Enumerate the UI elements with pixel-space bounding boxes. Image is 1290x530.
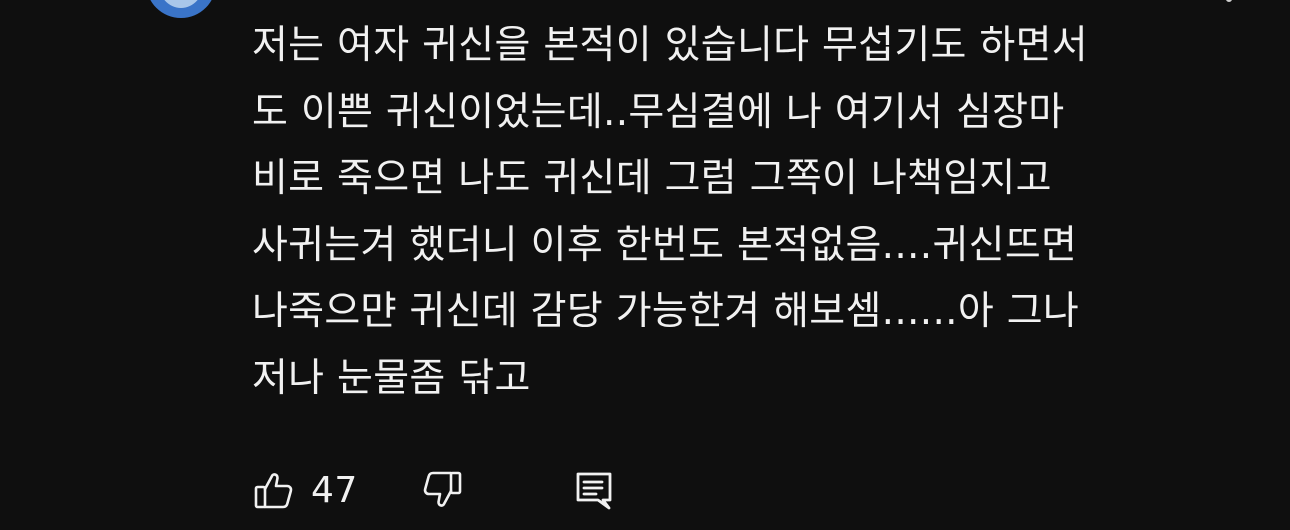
comment-line: 나죽으먄 귀신데 감당 가능한겨 해보셈......아 그나 [252,289,1080,334]
comment-line: 도 이쁜 귀신이었는데..무심결에 나 여기서 심장마 [252,89,1065,135]
avatar[interactable] [146,0,216,18]
comment-body: 저는 여자 귀신을 본적이 있습니다 무섭기도 하면서 도 이쁜 귀신이었는데.… [252,13,1232,412]
comment-line: 사귀는겨 했더니 이후 한번도 본적없음....귀신뜨면 [252,222,1078,268]
reply-button[interactable] [572,462,616,518]
thumbs-up-icon [252,468,296,512]
dislike-button[interactable] [420,462,464,518]
thumbs-down-icon [420,468,464,512]
comment-line: 저는 여자 귀신을 본적이 있습니다 무섭기도 하면서 [252,23,1088,68]
comment-line: 비로 죽으면 나도 귀신데 그럼 그쪽이 나책임지고 [252,156,1052,201]
comment-line: 저나 눈물좀 닦고 [252,355,531,401]
comment-actions-bar: 47 [252,462,672,518]
like-count: 47 [311,469,358,511]
comment-reply-icon [572,468,616,512]
like-button[interactable]: 47 [252,462,358,518]
comment-card: 저는 여자 귀신을 본적이 있습니다 무섭기도 하면서 도 이쁜 귀신이었는데.… [0,0,1290,530]
more-options-icon[interactable] [1226,0,1232,2]
avatar-figure [158,0,204,8]
